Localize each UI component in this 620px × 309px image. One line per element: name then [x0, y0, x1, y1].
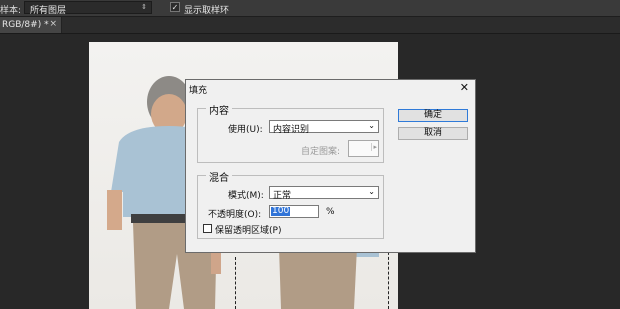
opacity-unit: %	[326, 207, 335, 217]
document-tab-bar: RGB/8#) * ×	[0, 17, 620, 34]
close-icon[interactable]: ✕	[460, 81, 469, 94]
sample-dropdown[interactable]: 所有图层 ⇕	[24, 1, 152, 16]
show-sampling-ring-checkbox[interactable]: ✓	[170, 2, 180, 12]
show-sampling-ring-label: 显示取样环	[184, 6, 230, 16]
ok-button[interactable]: 确定	[398, 109, 468, 122]
opacity-input[interactable]: 100	[269, 205, 319, 218]
cancel-button[interactable]: 取消	[398, 127, 468, 140]
dialog-title: 填充	[189, 86, 208, 96]
fill-dialog: 填充 ✕ 内容 使用(U): 内容识别 ⌄ 自定图案: ▸ 混合 模式(M): …	[185, 79, 476, 253]
selection-marquee-right	[388, 247, 389, 309]
close-tab-icon[interactable]: ×	[49, 19, 57, 29]
sample-label: 样本:	[0, 6, 22, 16]
custom-pattern-swatch: ▸	[348, 140, 379, 157]
contents-caption: 内容	[206, 102, 232, 117]
contents-group: 内容 使用(U): 内容识别 ⌄ 自定图案: ▸	[197, 102, 384, 163]
mode-label: 模式(M):	[228, 191, 264, 201]
blending-group: 混合 模式(M): 正常 ⌄ 不透明度(O): 100 % 保留透明区域(P)	[197, 169, 384, 239]
preserve-transparency-label: 保留透明区域(P)	[215, 226, 282, 236]
opacity-label: 不透明度(O):	[208, 210, 262, 220]
use-dropdown[interactable]: 内容识别 ⌄	[269, 120, 379, 135]
updown-arrows-icon: ⇕	[141, 3, 147, 11]
use-label: 使用(U):	[228, 125, 263, 135]
preserve-transparency-checkbox[interactable]	[203, 224, 212, 233]
chevron-down-icon: ⌄	[368, 121, 375, 130]
mode-dropdown-value: 正常	[273, 191, 292, 201]
document-tab[interactable]: RGB/8#) * ×	[0, 17, 62, 33]
chevron-down-icon: ⌄	[368, 187, 375, 196]
options-bar: 样本: 所有图层 ⇕ ✓ 显示取样环	[0, 0, 620, 17]
document-tab-label: RGB/8#) *	[2, 20, 49, 30]
custom-pattern-label: 自定图案:	[301, 147, 341, 157]
opacity-value: 100	[271, 206, 291, 216]
sample-dropdown-value: 所有图层	[30, 6, 67, 16]
pattern-arrow-icon: ▸	[371, 143, 377, 151]
blending-caption: 混合	[206, 169, 232, 184]
selection-marquee-left	[235, 257, 236, 309]
mode-dropdown[interactable]: 正常 ⌄	[269, 186, 379, 201]
use-dropdown-value: 内容识别	[273, 125, 310, 135]
